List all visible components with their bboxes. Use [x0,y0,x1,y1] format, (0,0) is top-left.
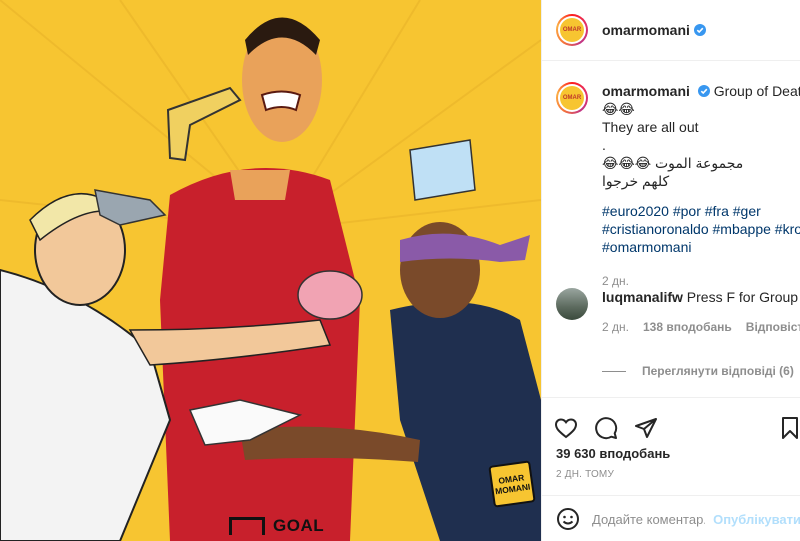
caption-line-arabic: مجموعة الموت 😂😂😂 [602,155,744,171]
verified-badge-icon [693,24,706,36]
goal-brand-text: GOAL [273,515,325,535]
hashtag-line[interactable]: #cristianoronaldo #mbappe #kroos [602,220,800,238]
comment-icon[interactable] [594,416,618,440]
comment-body: luqmanalifw Press F for Group F 🙏 2 дн. … [602,288,800,336]
post-actions: 39 630 вподобань 2 ДН. ТОМУ Додайте коме… [542,397,800,541]
caption-body: omarmomani Group of Death 😂 😂😂 They are … [602,82,800,290]
avatar-image: OMAR [560,18,584,42]
post-image[interactable]: GOAL OMAR MOMANI [0,0,541,541]
caption-line: 😂😂 [602,101,635,117]
caption-author-avatar[interactable]: OMAR [556,82,588,114]
avatar-image: OMAR [560,86,584,110]
hashtag-line[interactable]: #omarmomani [602,238,792,256]
caption-line: Group of Death 😂 [713,83,800,99]
goal-mark-icon [229,516,265,535]
comment-text: Press F for Group F 🙏 [686,289,800,305]
comment-meta: 2 дн. 138 вподобань Відповісти [602,318,800,336]
bookmark-icon[interactable] [778,416,800,440]
caption-line-arabic: كلهم خرجوا [602,173,670,189]
replies-divider [602,370,626,372]
commenter-username[interactable]: luqmanalifw [602,289,683,305]
caricature-illustration [0,0,541,541]
caption-line: They are all out [602,119,699,135]
add-comment-bar: Додайте коментар... Опублікувати [542,495,800,541]
post-sidebar: OMAR omarmomani OMAR omarmomani Group of… [541,0,800,541]
comment-item: luqmanalifw Press F for Group F 🙏 2 дн. … [556,288,800,336]
heart-icon[interactable] [554,416,578,440]
view-replies-label: Переглянути відповіді (6) [642,364,794,378]
comment-input[interactable]: Додайте коментар... [592,512,705,527]
verified-badge-icon [697,85,710,97]
author-avatar[interactable]: OMAR [556,14,588,46]
post-header: OMAR omarmomani [542,0,800,61]
comment-age[interactable]: 2 дн. [602,318,629,336]
post-timestamp[interactable]: 2 ДН. ТОМУ [556,469,614,480]
paper-plane-icon[interactable] [634,416,658,440]
caption-comment: OMAR omarmomani Group of Death 😂 😂😂 They… [556,82,800,290]
reply-button[interactable]: Відповісти [746,318,800,336]
action-icons [554,416,658,440]
author-username[interactable]: omarmomani [602,22,690,38]
emoji-icon[interactable] [556,507,580,531]
comment-likes-count[interactable]: 138 вподобань [643,318,732,336]
caption-line: . [602,137,606,153]
likes-count[interactable]: 39 630 вподобань [556,446,670,461]
goal-brand-logo: GOAL [229,510,324,541]
commenter-avatar[interactable] [556,288,588,320]
comments-list[interactable]: OMAR omarmomani Group of Death 😂 😂😂 They… [542,62,800,394]
post-comment-button[interactable]: Опублікувати [713,512,800,527]
hashtag-line[interactable]: #euro2020 #por #fra #ger [602,202,792,220]
caption-author-username[interactable]: omarmomani [602,83,690,99]
view-replies-button[interactable]: Переглянути відповіді (6) [602,364,794,378]
artist-signature: OMAR MOMANI [488,460,536,508]
signature-text: OMAR MOMANI [494,472,531,497]
